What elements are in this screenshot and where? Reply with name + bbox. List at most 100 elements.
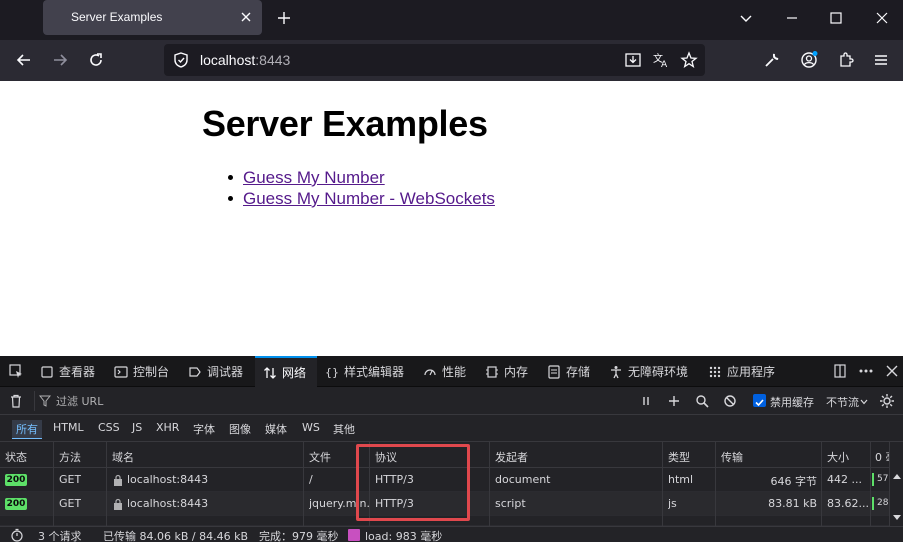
- column-header-timing[interactable]: 0 毫: [875, 449, 889, 465]
- site-security-shield-icon[interactable]: [171, 50, 191, 70]
- browser-tab[interactable]: Server Examples: [43, 0, 262, 35]
- tab-application[interactable]: 应用程序: [708, 356, 775, 387]
- tab-label: 查看器: [59, 365, 96, 379]
- save-to-pocket-download-icon[interactable]: [623, 50, 643, 70]
- filter-ws-button[interactable]: WS: [302, 421, 320, 434]
- tab-storage[interactable]: 存储: [547, 356, 590, 387]
- filter-url-input[interactable]: 过滤 URL: [56, 393, 103, 409]
- minimize-icon[interactable]: [782, 8, 802, 28]
- tab-debugger[interactable]: 调试器: [188, 356, 243, 387]
- bookmark-star-icon[interactable]: [679, 50, 699, 70]
- tab-label: 样式编辑器: [344, 365, 405, 379]
- stopwatch-icon[interactable]: [10, 528, 24, 542]
- tab-memory[interactable]: 内存: [485, 356, 528, 387]
- filter-fonts-button[interactable]: 字体: [193, 421, 215, 437]
- tab-console[interactable]: 控制台: [114, 356, 169, 387]
- column-header-domain[interactable]: 域名: [112, 449, 134, 465]
- tab-label: 内存: [504, 365, 529, 379]
- network-filter-bar: 过滤 URL 禁用缓存 不节流: [0, 387, 903, 415]
- filter-html-button[interactable]: HTML: [53, 421, 84, 434]
- add-request-plus-icon[interactable]: [666, 393, 682, 409]
- memory-chip-icon: [486, 365, 498, 378]
- devtools-toolbar: 查看器 控制台 调试器 网络 {} 样式编辑器 性能 内存 存储 无障碍环境 应用…: [0, 356, 903, 387]
- debugger-icon: [189, 366, 201, 377]
- filter-funnel-icon: [39, 395, 51, 407]
- column-divider: [53, 442, 54, 526]
- console-icon: [114, 365, 128, 378]
- tab-list-chevron-icon[interactable]: [736, 8, 756, 28]
- column-header-transferred[interactable]: 传输: [721, 449, 743, 465]
- column-divider: [715, 442, 716, 526]
- settings-gear-icon[interactable]: [879, 393, 895, 409]
- filter-xhr-button[interactable]: XHR: [156, 421, 179, 434]
- filter-all-button[interactable]: 所有: [12, 420, 42, 439]
- hamburger-menu-icon[interactable]: [871, 50, 891, 70]
- column-header-initiator[interactable]: 发起者: [495, 449, 528, 465]
- style-editor-braces-icon: {}: [325, 366, 339, 379]
- search-icon[interactable]: [694, 393, 710, 409]
- column-divider: [870, 442, 871, 526]
- wrench-tools-icon[interactable]: [762, 50, 782, 70]
- accessibility-person-icon: [611, 365, 621, 378]
- examples-list: Guess My Number Guess My Number - WebSoc…: [228, 167, 495, 209]
- back-arrow-icon[interactable]: [14, 50, 34, 70]
- pause-icon[interactable]: [638, 393, 654, 409]
- filter-other-button[interactable]: 其他: [333, 421, 355, 437]
- cell-size: 83.62...: [827, 497, 869, 510]
- tab-label: 性能: [442, 365, 467, 379]
- tab-inspector[interactable]: 查看器: [40, 356, 95, 387]
- window-close-icon[interactable]: [872, 8, 892, 28]
- dock-side-icon[interactable]: [832, 363, 848, 379]
- close-devtools-icon[interactable]: [884, 363, 900, 379]
- forward-arrow-icon[interactable]: [50, 50, 70, 70]
- tab-network[interactable]: 网络: [255, 356, 317, 387]
- disable-cache-checkbox[interactable]: [753, 394, 766, 407]
- column-header-status[interactable]: 状态: [5, 449, 27, 465]
- more-options-ellipsis-icon[interactable]: [858, 363, 874, 379]
- throttle-select[interactable]: 不节流: [826, 394, 859, 410]
- filter-media-button[interactable]: 媒体: [265, 421, 287, 437]
- tab-accessibility[interactable]: 无障碍环境: [609, 356, 688, 387]
- element-picker-icon[interactable]: [8, 363, 24, 379]
- svg-text:{}: {}: [325, 366, 339, 379]
- new-tab-plus-icon[interactable]: [274, 8, 294, 28]
- protocol-highlight-annotation: [356, 444, 470, 521]
- url-text[interactable]: localhost:8443: [200, 52, 290, 68]
- filter-css-button[interactable]: CSS: [98, 421, 120, 434]
- clear-trash-icon[interactable]: [8, 393, 24, 409]
- cell-method: GET: [59, 497, 82, 510]
- column-header-file[interactable]: 文件: [309, 449, 331, 465]
- load-time: load: 983 毫秒: [365, 530, 443, 542]
- column-header-type[interactable]: 类型: [668, 449, 690, 465]
- cell-method: GET: [59, 473, 82, 486]
- table-scrollbar[interactable]: [889, 442, 903, 526]
- scroll-up-arrow-icon[interactable]: [892, 472, 902, 480]
- tab-performance[interactable]: 性能: [423, 356, 466, 387]
- column-header-method[interactable]: 方法: [59, 449, 81, 465]
- scroll-down-arrow-icon[interactable]: [892, 514, 902, 522]
- extensions-puzzle-icon[interactable]: [836, 50, 856, 70]
- guess-my-number-link[interactable]: Guess My Number: [243, 168, 385, 187]
- filter-images-button[interactable]: 图像: [229, 421, 251, 437]
- cell-size: 442 ...: [827, 473, 862, 486]
- translate-icon[interactable]: 文A: [651, 50, 671, 70]
- tab-label: 应用程序: [727, 365, 776, 379]
- column-header-size[interactable]: 大小: [827, 449, 849, 465]
- tab-style-editor[interactable]: {} 样式编辑器: [325, 356, 404, 387]
- tab-title: Server Examples: [71, 10, 163, 24]
- maximize-icon[interactable]: [826, 8, 846, 28]
- reload-icon[interactable]: [86, 50, 106, 70]
- close-tab-icon[interactable]: [236, 7, 256, 27]
- chevron-down-icon: [860, 399, 868, 405]
- url-host: localhost: [200, 52, 256, 68]
- tab-strip: Server Examples: [0, 0, 903, 40]
- guess-my-number-websockets-link[interactable]: Guess My Number - WebSockets: [243, 189, 495, 208]
- url-bar[interactable]: localhost:8443 文A: [164, 44, 705, 76]
- load-color-swatch: [348, 529, 360, 541]
- status-badge: 200: [5, 498, 27, 510]
- block-requests-icon[interactable]: [722, 393, 738, 409]
- navigation-toolbar: localhost:8443 文A: [0, 40, 903, 81]
- timing-bar: [872, 473, 874, 486]
- filter-js-button[interactable]: JS: [132, 421, 142, 434]
- account-avatar-icon[interactable]: [799, 50, 819, 70]
